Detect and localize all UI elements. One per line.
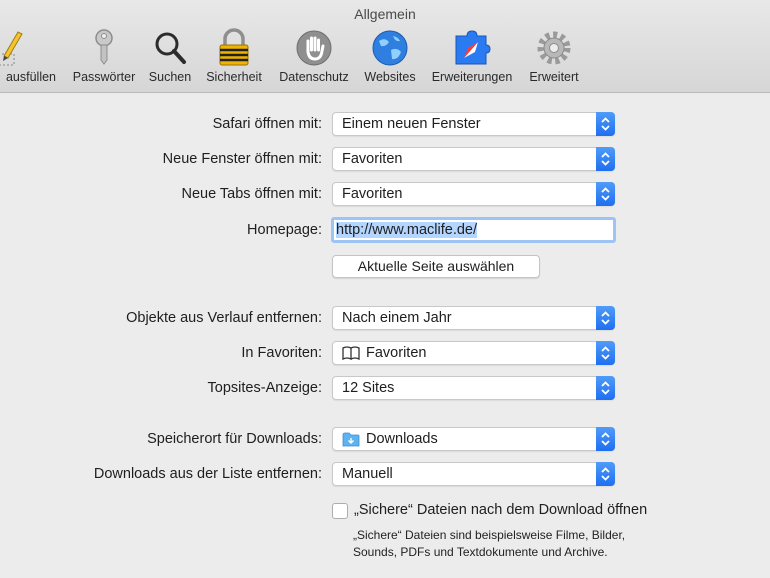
popup-safari-open-value: Einem neuen Fenster <box>342 116 481 132</box>
popup-history-remove[interactable]: Nach einem Jahr <box>332 306 615 330</box>
book-icon <box>342 346 360 360</box>
label-topsites: Topsites-Anzeige: <box>207 380 322 396</box>
popup-new-windows[interactable]: Favoriten <box>332 147 615 171</box>
label-downloads-remove: Downloads aus der Liste entfernen: <box>93 466 322 482</box>
label-new-tabs: Neue Tabs öffnen mit: <box>181 186 322 202</box>
popup-arrows-icon <box>596 341 615 365</box>
label-safari-open: Safari öffnen mit: <box>212 116 322 132</box>
safe-files-hint: „Sichere“ Dateien sind beispielsweise Fi… <box>353 527 625 561</box>
toolbar-label-advanced: Erweitert <box>529 70 579 84</box>
hand-icon <box>296 30 332 66</box>
key-icon <box>95 29 113 65</box>
popup-history-remove-value: Nach einem Jahr <box>342 310 452 326</box>
popup-topsites[interactable]: 12 Sites <box>332 376 615 400</box>
toolbar-item-autofill[interactable]: ausfüllen <box>0 26 62 88</box>
homepage-input-value: http://www.maclife.de/ <box>336 222 478 238</box>
label-new-windows: Neue Fenster öffnen mit: <box>162 151 322 167</box>
popup-new-tabs-value: Favoriten <box>342 186 403 202</box>
popup-downloads-remove-value: Manuell <box>342 466 393 482</box>
toolbar-item-extensions[interactable]: Erweiterungen <box>426 26 518 88</box>
toolbar-label-privacy: Datenschutz <box>279 70 349 84</box>
toolbar-item-passwords[interactable]: Passwörter <box>68 26 140 88</box>
window-title: Allgemein <box>354 6 416 22</box>
toolbar-item-websites[interactable]: Websites <box>360 26 420 88</box>
popup-arrows-icon <box>596 182 615 206</box>
set-current-page-button[interactable]: Aktuelle Seite auswählen <box>332 255 540 278</box>
popup-arrows-icon <box>596 427 615 451</box>
popup-safari-open[interactable]: Einem neuen Fenster <box>332 112 615 136</box>
safe-files-hint-line1: „Sichere“ Dateien sind beispielsweise Fi… <box>353 528 626 542</box>
toolbar-label-autofill: ausfüllen <box>5 70 57 84</box>
folder-icon <box>342 432 360 446</box>
popup-arrows-icon <box>596 376 615 400</box>
popup-favorites-value: Favoriten <box>366 345 427 361</box>
safe-files-label[interactable]: „Sichere“ Dateien nach dem Download öffn… <box>354 502 647 518</box>
toolbar-label-passwords: Passwörter <box>72 70 136 84</box>
homepage-input[interactable]: http://www.maclife.de/ <box>331 217 616 243</box>
padlock-icon <box>219 28 249 66</box>
popup-topsites-value: 12 Sites <box>342 380 395 396</box>
popup-arrows-icon <box>596 462 615 486</box>
toolbar-label-extensions: Erweiterungen <box>431 70 513 84</box>
toolbar-label-websites: Websites <box>364 70 416 84</box>
puzzle-icon <box>455 30 491 65</box>
popup-downloads-remove[interactable]: Manuell <box>332 462 615 486</box>
autofill-pencil-icon <box>0 31 23 66</box>
toolbar-item-advanced[interactable]: Erweitert <box>524 26 584 88</box>
label-favorites: In Favoriten: <box>241 345 322 361</box>
popup-download-location[interactable]: Downloads <box>332 427 615 451</box>
toolbar-item-search[interactable]: Suchen <box>146 26 194 88</box>
popup-download-location-value: Downloads <box>366 431 438 447</box>
safe-files-hint-line2: Sounds, PDFs und Textdokumente und Archi… <box>353 545 608 559</box>
globe-icon <box>372 30 408 66</box>
toolbar-label-security: Sicherheit <box>206 70 262 84</box>
popup-arrows-icon <box>596 112 615 136</box>
popup-new-tabs[interactable]: Favoriten <box>332 182 615 206</box>
popup-arrows-icon <box>596 306 615 330</box>
popup-favorites[interactable]: Favoriten <box>332 341 615 365</box>
toolbar-item-security[interactable]: Sicherheit <box>202 26 266 88</box>
label-homepage: Homepage: <box>247 222 322 238</box>
popup-new-windows-value: Favoriten <box>342 151 403 167</box>
label-history-remove: Objekte aus Verlauf entfernen: <box>126 310 322 326</box>
toolbar-item-privacy[interactable]: Datenschutz <box>274 26 354 88</box>
safe-files-checkbox[interactable] <box>332 503 348 519</box>
preferences-toolbar: Allgemein ausfüllen Passwörter Suchen Si… <box>0 0 770 93</box>
magnifier-icon <box>155 32 186 64</box>
popup-arrows-icon <box>596 147 615 171</box>
toolbar-label-search: Suchen <box>148 70 192 84</box>
gear-icon <box>537 31 571 65</box>
label-download-location: Speicherort für Downloads: <box>147 431 322 447</box>
